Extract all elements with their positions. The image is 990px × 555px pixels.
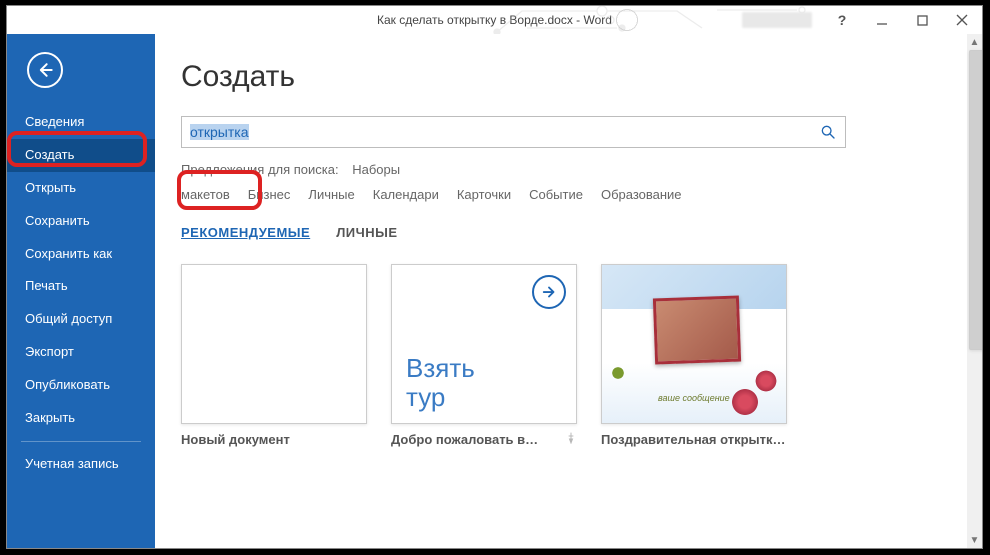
suggestion-link[interactable]: Событие (529, 187, 583, 202)
search-input[interactable] (182, 120, 811, 144)
template-thumbnail[interactable]: ваше сообщение (601, 264, 787, 424)
template-caption: Новый документ (181, 432, 290, 447)
scroll-down-arrow[interactable]: ▼ (967, 532, 982, 548)
template-tab[interactable]: РЕКОМЕНДУЕМЫЕ (181, 225, 310, 242)
sidebar-item-close[interactable]: Закрыть (7, 402, 155, 435)
sidebar-item-open[interactable]: Открыть (7, 172, 155, 205)
search-button[interactable] (811, 117, 845, 147)
maximize-button[interactable] (902, 6, 942, 34)
window-title: Как сделать открытку в Ворде.docx - Word (377, 13, 612, 27)
pin-icon[interactable] (565, 432, 577, 447)
suggest-label: Предложения для поиска: (181, 162, 339, 177)
scroll-thumb[interactable] (969, 50, 982, 350)
sidebar-item-account[interactable]: Учетная запись (7, 448, 155, 481)
template-tab[interactable]: ЛИЧНЫЕ (336, 225, 397, 242)
sidebar-item-print[interactable]: Печать (7, 270, 155, 303)
title-bar: Как сделать открытку в Ворде.docx - Word… (7, 6, 982, 34)
backstage-main: Создать Предложения для поиска: Наборы м… (155, 34, 982, 548)
sidebar-item-publish[interactable]: Опубликовать (7, 369, 155, 402)
tour-text: Взятьтур (406, 354, 475, 411)
greeting-card-photo (653, 296, 741, 365)
sidebar-item-save[interactable]: Сохранить (7, 205, 155, 238)
suggestion-link[interactable]: Карточки (457, 187, 511, 202)
greeting-card-message: ваше сообщение (658, 393, 730, 403)
help-button[interactable]: ? (822, 6, 862, 34)
template-search (181, 116, 846, 148)
sidebar-item-share[interactable]: Общий доступ (7, 303, 155, 336)
template-card[interactable]: Взятьтур Добро пожаловать в… (391, 264, 577, 447)
backstage-sidebar: СведенияСоздатьОткрытьСохранитьСохранить… (7, 34, 155, 548)
template-tabs: РЕКОМЕНДУЕМЫЕ ЛИЧНЫЕ (181, 225, 960, 242)
template-cards: Новый документ Взятьтур Добро пожаловать в… (181, 264, 960, 447)
close-button[interactable] (942, 6, 982, 34)
search-suggestions: Предложения для поиска: Наборы макетовБи… (181, 158, 851, 207)
tour-arrow-icon (532, 275, 566, 309)
suggestion-link[interactable]: Образование (601, 187, 682, 202)
user-account-label[interactable] (742, 12, 812, 28)
template-caption: Поздравительная открытка с… (601, 432, 787, 447)
sidebar-item-new[interactable]: Создать (7, 139, 155, 172)
page-heading: Создать (181, 60, 960, 94)
template-thumbnail[interactable]: Взятьтур (391, 264, 577, 424)
sidebar-separator (21, 441, 141, 442)
sidebar-item-info[interactable]: Сведения (7, 106, 155, 139)
template-card[interactable]: Новый документ (181, 264, 367, 447)
template-thumbnail[interactable] (181, 264, 367, 424)
suggestion-link[interactable]: Личные (308, 187, 354, 202)
scroll-up-arrow[interactable]: ▲ (967, 34, 982, 50)
template-card[interactable]: ваше сообщение Поздравительная открытка с… (601, 264, 787, 447)
sidebar-item-saveas[interactable]: Сохранить как (7, 238, 155, 271)
template-caption: Добро пожаловать в… (391, 432, 538, 447)
sidebar-item-export[interactable]: Экспорт (7, 336, 155, 369)
suggestion-link[interactable]: Календари (373, 187, 439, 202)
vertical-scrollbar[interactable]: ▲ ▼ (967, 34, 982, 548)
minimize-button[interactable] (862, 6, 902, 34)
suggestion-link[interactable]: Бизнес (248, 187, 291, 202)
back-button[interactable] (27, 52, 63, 88)
